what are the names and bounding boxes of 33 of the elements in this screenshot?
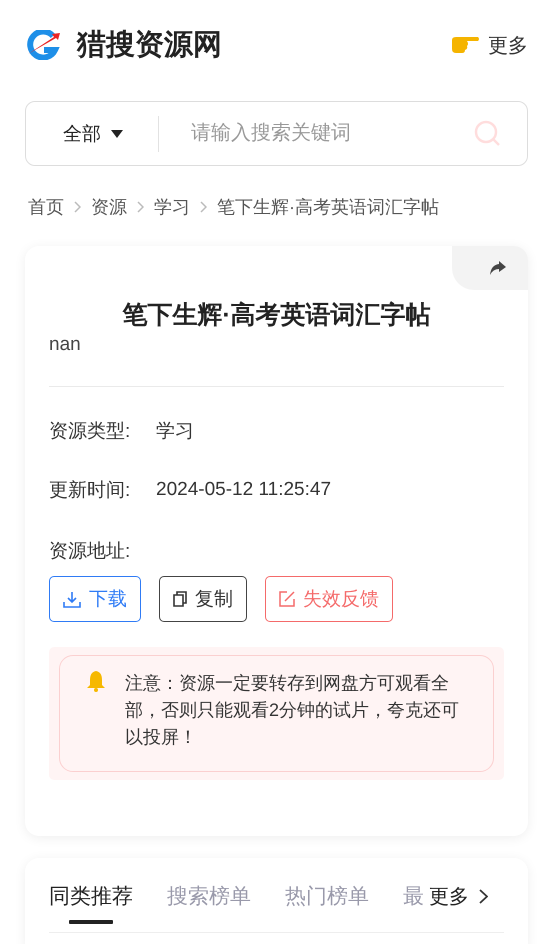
category-dropdown[interactable]: 全部 bbox=[63, 120, 158, 146]
breadcrumb-item[interactable]: 学习 bbox=[154, 195, 190, 219]
field-label: 资源类型: bbox=[49, 420, 132, 444]
chevron-icon bbox=[479, 888, 488, 904]
copy-icon bbox=[173, 591, 187, 607]
tab-underline bbox=[69, 920, 113, 924]
field-value: 学习 bbox=[156, 420, 194, 444]
search-field[interactable]: 全部 请输入搜索关键词 bbox=[25, 101, 528, 166]
download-icon bbox=[63, 590, 81, 608]
chevron-icon bbox=[74, 201, 81, 213]
field-value: 2024-05-12 11:25:47 bbox=[156, 479, 332, 501]
chevron-icon bbox=[137, 201, 144, 213]
breadcrumb-item[interactable]: 首页 bbox=[28, 195, 64, 219]
caret-icon bbox=[111, 130, 123, 138]
field-label: 更新时间: bbox=[49, 479, 132, 503]
more-link[interactable]: 更多 bbox=[488, 32, 528, 58]
site-title[interactable]: 猎搜资源网 bbox=[77, 25, 450, 65]
field-label: 资源地址: bbox=[49, 540, 132, 564]
tab[interactable]: 同类推荐 bbox=[49, 874, 133, 918]
resource-title: 笔下生辉·高考英语词汇字帖 bbox=[122, 300, 431, 331]
breadcrumb-item: 笔下生辉·高考英语词汇字帖 bbox=[217, 196, 439, 219]
notice-text: 注意：资源一定要转存到网盘方可观看全部，否则只能观看2分钟的试片，夸克还可以投屏！ bbox=[125, 672, 460, 749]
pointing-hand-icon bbox=[450, 34, 480, 56]
bell-icon bbox=[85, 670, 107, 692]
description-text: nan bbox=[49, 334, 82, 356]
chevron-icon bbox=[200, 201, 207, 213]
share-icon bbox=[488, 260, 506, 276]
copy-button[interactable]: 复制 bbox=[159, 576, 247, 622]
edit-icon bbox=[279, 591, 295, 607]
share-button[interactable] bbox=[452, 246, 528, 290]
breadcrumb-item[interactable]: 资源 bbox=[91, 195, 127, 219]
download-button[interactable]: 下载 bbox=[49, 576, 141, 622]
logo-icon bbox=[27, 30, 61, 60]
